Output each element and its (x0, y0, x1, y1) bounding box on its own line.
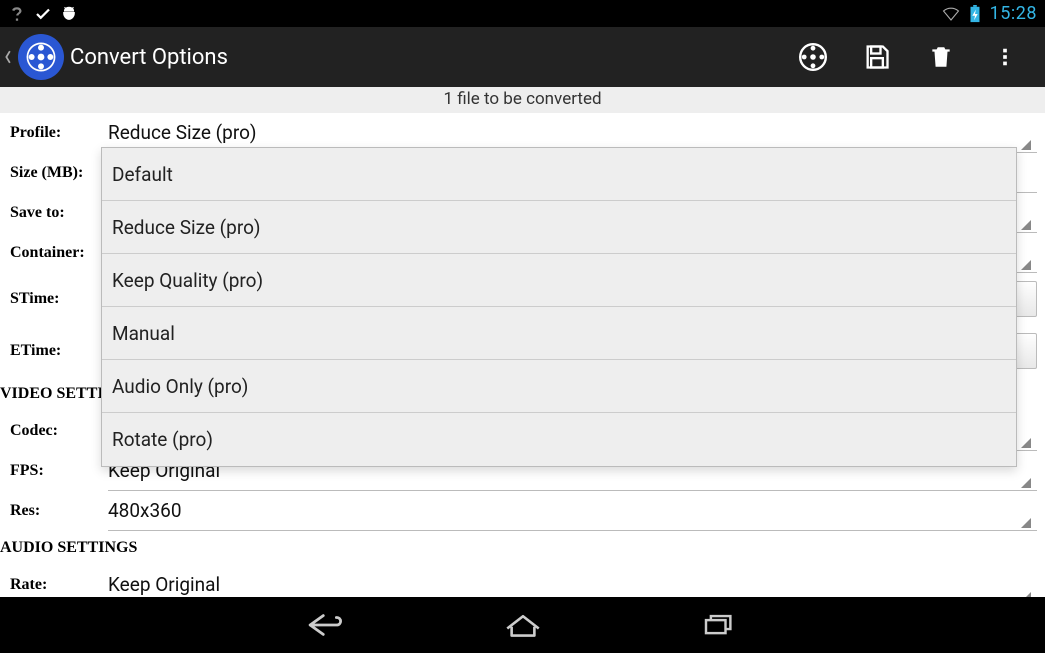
stime-label: STime: (8, 290, 108, 308)
action-bar: Convert Options (0, 27, 1045, 87)
profile-value: Reduce Size (pro) (108, 121, 257, 144)
spinner-triangle-icon (1021, 260, 1031, 270)
rate-row: Rate: Keep Original (8, 565, 1037, 597)
signal-unknown-icon (8, 5, 26, 23)
back-nav-button[interactable] (299, 605, 355, 645)
android-nav-bar (0, 597, 1045, 653)
battery-charging-icon (966, 5, 984, 23)
summary-text: 1 file to be converted (0, 87, 1045, 113)
dropdown-item[interactable]: Keep Quality (pro) (102, 254, 1016, 307)
size-label: Size (MB): (8, 164, 108, 182)
res-row: Res: 480x360 (8, 491, 1037, 531)
chevron-left-icon (4, 33, 18, 81)
rate-label: Rate: (8, 576, 108, 594)
spinner-triangle-icon (1021, 478, 1031, 488)
android-debug-icon (60, 5, 78, 23)
save-button[interactable] (845, 27, 909, 87)
app-logo-icon (18, 34, 64, 80)
delete-button[interactable] (909, 27, 973, 87)
etime-label: ETime: (8, 342, 108, 360)
dropdown-item[interactable]: Manual (102, 307, 1016, 360)
home-nav-button[interactable] (495, 605, 551, 645)
spinner-triangle-icon (1021, 438, 1031, 448)
dropdown-item[interactable]: Rotate (pro) (102, 413, 1016, 466)
content-area: 1 file to be converted Profile: Reduce S… (0, 87, 1045, 597)
overflow-menu-button[interactable] (973, 27, 1037, 87)
res-spinner[interactable]: 480x360 (108, 491, 1037, 531)
clock-text: 15:28 (990, 3, 1037, 24)
container-label: Container: (8, 244, 108, 262)
wifi-icon (942, 5, 960, 23)
spinner-triangle-icon (1021, 518, 1031, 528)
res-value: 480x360 (108, 499, 182, 522)
dropdown-item[interactable]: Default (102, 148, 1016, 201)
saveto-label: Save to: (8, 204, 108, 222)
check-icon (34, 5, 52, 23)
spinner-triangle-icon (1021, 220, 1031, 230)
up-button[interactable] (0, 33, 70, 81)
dropdown-item[interactable]: Audio Only (pro) (102, 360, 1016, 413)
spinner-triangle-icon (1021, 140, 1031, 150)
audio-settings-header: AUDIO SETTINGS (0, 531, 1037, 565)
dropdown-item[interactable]: Reduce Size (pro) (102, 201, 1016, 254)
rate-value: Keep Original (108, 573, 220, 596)
codec-label: Codec: (8, 422, 108, 440)
recents-nav-button[interactable] (691, 605, 747, 645)
convert-button[interactable] (781, 27, 845, 87)
fps-label: FPS: (8, 462, 108, 480)
rate-spinner[interactable]: Keep Original (108, 565, 1037, 597)
android-status-bar: 15:28 (0, 0, 1045, 27)
profile-label: Profile: (8, 124, 108, 142)
profile-dropdown-menu: Default Reduce Size (pro) Keep Quality (… (101, 147, 1017, 467)
action-bar-title: Convert Options (70, 45, 228, 70)
res-label: Res: (8, 502, 108, 520)
